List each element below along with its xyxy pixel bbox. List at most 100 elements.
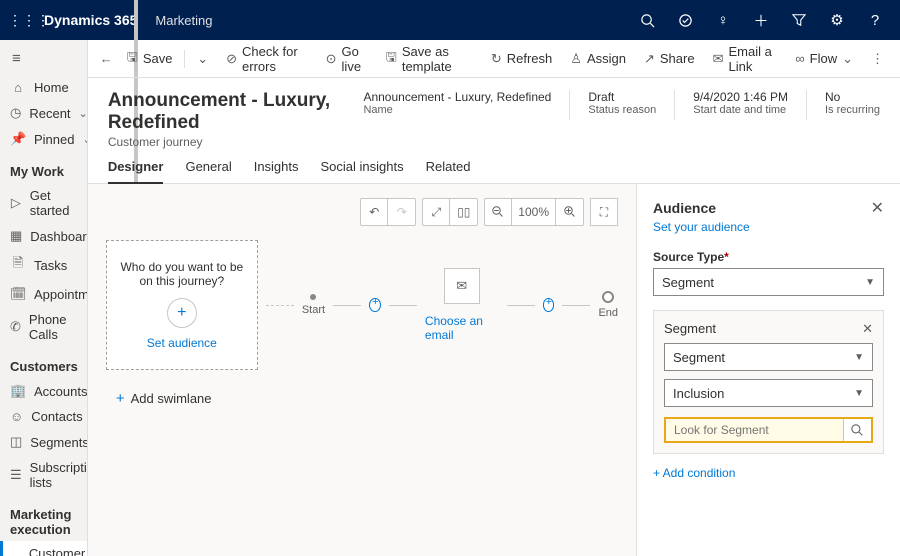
add-audience-button[interactable]: + xyxy=(167,298,197,328)
sidebar-item-journeys[interactable]: ⇨Customer journeys xyxy=(0,541,87,556)
chevron-down-icon: ⌄ xyxy=(197,51,208,67)
undo-button[interactable]: ↶ xyxy=(360,198,388,226)
cmd-label: Go live xyxy=(342,44,368,74)
sidebar-item-label: Appointments xyxy=(34,287,88,302)
share-icon: ↗ xyxy=(644,51,655,67)
check-errors-button[interactable]: ⊘ Check for errors xyxy=(218,44,316,74)
add-node-button[interactable] xyxy=(543,298,555,312)
select-value: Segment xyxy=(673,350,725,365)
cmd-label: Email a Link xyxy=(728,44,777,74)
app-launcher-icon[interactable]: ⋮⋮⋮ xyxy=(8,12,40,29)
inclusion-select[interactable]: Inclusion ▼ xyxy=(664,379,873,407)
search-button[interactable] xyxy=(843,419,871,441)
select-value: Inclusion xyxy=(673,386,724,401)
set-audience-link[interactable]: Set audience xyxy=(147,336,217,350)
start-question: Who do you want to be on this journey? xyxy=(119,260,245,288)
add-swimlane-label: Add swimlane xyxy=(131,391,212,406)
assign-button[interactable]: ♙Assign xyxy=(562,51,634,67)
list-icon: ☰ xyxy=(10,467,22,483)
help-icon[interactable]: ? xyxy=(858,0,892,40)
sidebar-item-label: Home xyxy=(34,80,69,95)
add-condition-link[interactable]: + Add condition xyxy=(653,466,735,480)
sidebar-item-home[interactable]: ⌂Home xyxy=(0,75,87,100)
tab-insights[interactable]: Insights xyxy=(254,159,299,183)
hamburger-icon[interactable]: ≡ xyxy=(0,46,87,75)
sidebar-item-dashboards[interactable]: ▦Dashboards xyxy=(0,223,87,249)
record-header: Announcement - Luxury, Redefined Custome… xyxy=(88,78,900,149)
cmd-label: Save as template xyxy=(402,44,473,74)
source-type-select[interactable]: Segment▼ xyxy=(653,268,884,296)
email-node[interactable]: ✉ xyxy=(444,268,480,304)
pin-icon: 📌 xyxy=(10,131,26,147)
save-button[interactable]: 🖫Save xyxy=(119,48,181,70)
segment-search-input[interactable] xyxy=(666,419,843,441)
segment-type-select[interactable]: Segment▼ xyxy=(664,343,873,371)
zoom-level[interactable]: 100% xyxy=(512,198,556,226)
sidebar-item-label: Recent xyxy=(29,106,70,121)
add-swimlane-button[interactable]: +Add swimlane xyxy=(116,390,618,407)
lightbulb-icon[interactable]: ♀ xyxy=(706,0,740,40)
go-live-button[interactable]: ⊙ Go live xyxy=(318,44,376,74)
close-panel-button[interactable]: ✕ xyxy=(871,198,884,218)
expand-button[interactable]: ⤢ xyxy=(422,198,450,226)
tab-social-insights[interactable]: Social insights xyxy=(321,159,404,183)
sidebar-item-label: Get started xyxy=(30,188,77,218)
flow-button[interactable]: ∞Flow⌄ xyxy=(787,51,861,67)
golive-icon: ⊙ xyxy=(326,51,337,67)
save-dropdown[interactable]: ⌄ xyxy=(189,51,216,67)
sidebar-item-recent[interactable]: ◷Recent⌄ xyxy=(0,100,87,126)
fullscreen-button[interactable]: ⛶ xyxy=(590,198,618,226)
sidebar-item-contacts[interactable]: ☺Contacts xyxy=(0,404,87,429)
map-button[interactable]: ▯▯ xyxy=(450,198,478,226)
add-icon[interactable]: ＋ xyxy=(744,0,778,40)
cmd-label: Save xyxy=(143,51,173,66)
sidebar-item-phonecalls[interactable]: ✆Phone Calls xyxy=(0,307,87,347)
refresh-button[interactable]: ↻Refresh xyxy=(483,51,560,67)
email-link-button[interactable]: ✉Email a Link xyxy=(705,44,786,74)
sidebar-item-getstarted[interactable]: ▷ Get started xyxy=(0,183,87,223)
check-icon: ⊘ xyxy=(226,51,237,67)
chevron-down-icon: ▼ xyxy=(854,388,864,399)
remove-segment-button[interactable]: ✕ xyxy=(862,321,873,337)
phone-icon: ✆ xyxy=(10,319,21,335)
sidebar-item-label: Accounts xyxy=(34,384,87,399)
sidebar-item-accounts[interactable]: 🏢Accounts xyxy=(0,378,87,404)
save-template-button[interactable]: 🖫Save as template xyxy=(378,44,481,74)
segment-search xyxy=(664,417,873,443)
task-icon[interactable] xyxy=(668,0,702,40)
select-value: Segment xyxy=(662,275,714,290)
search-icon[interactable] xyxy=(630,0,664,40)
tab-designer[interactable]: Designer xyxy=(108,159,164,184)
share-button[interactable]: ↗ Share xyxy=(636,51,703,67)
header-field-status: DraftStatus reason xyxy=(588,90,656,116)
sidebar-item-tasks[interactable]: 🗎Tasks xyxy=(0,249,87,281)
sidebar-item-appointments[interactable]: 🗓Appointments xyxy=(0,281,87,307)
refresh-icon: ↻ xyxy=(491,51,502,67)
overflow-button[interactable]: ⋮ xyxy=(863,51,892,67)
zoom-in-button[interactable] xyxy=(556,198,584,226)
more-icon: ⋮ xyxy=(871,51,884,67)
segment-label: Segment xyxy=(664,321,716,337)
zoom-out-button[interactable] xyxy=(484,198,512,226)
sidebar-item-segments[interactable]: ◫Segments xyxy=(0,429,87,455)
header-field-name: Announcement - Luxury, RedefinedName xyxy=(363,90,551,116)
gear-icon[interactable]: ⚙ xyxy=(820,0,854,40)
page-title: Announcement - Luxury, Redefined xyxy=(108,90,346,134)
cmd-label: Share xyxy=(660,51,695,66)
filter-icon[interactable] xyxy=(782,0,816,40)
sidebar-item-sublists[interactable]: ☰Subscription lists xyxy=(0,455,87,495)
cmd-label: Check for errors xyxy=(242,44,308,74)
redo-button[interactable]: ↷ xyxy=(388,198,416,226)
play-icon: ▷ xyxy=(10,195,22,211)
audience-start-tile[interactable]: Who do you want to be on this journey? +… xyxy=(106,240,258,370)
add-node-button[interactable] xyxy=(369,298,381,312)
brand-title: Dynamics 365 xyxy=(44,12,137,28)
panel-subtitle-link[interactable]: Set your audience xyxy=(653,220,884,234)
back-button[interactable]: ← xyxy=(96,51,117,66)
tab-related[interactable]: Related xyxy=(426,159,471,183)
sidebar-item-pinned[interactable]: 📌Pinned⌄ xyxy=(0,126,87,152)
header-field-date: 9/4/2020 1:46 PMStart date and time xyxy=(693,90,788,116)
tab-general[interactable]: General xyxy=(185,159,231,183)
sidebar-section: My Work xyxy=(0,152,87,183)
choose-email-link[interactable]: Choose an email xyxy=(425,314,499,342)
